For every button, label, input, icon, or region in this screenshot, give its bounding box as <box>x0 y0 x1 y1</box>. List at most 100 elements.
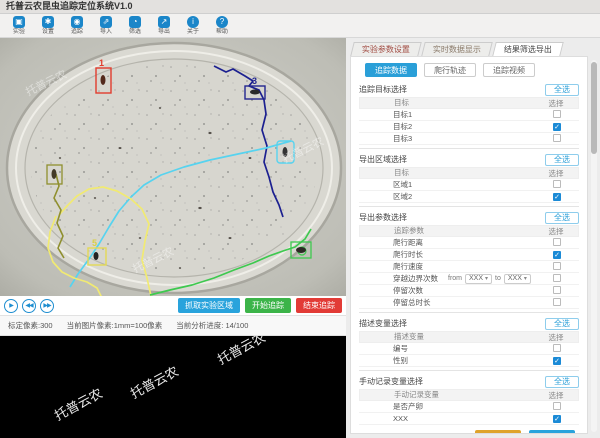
section-export-region: 导出区域选择 全选 目标 选择 区域1 区域2 ✓ <box>359 148 579 203</box>
table-header: 描述变量 选择 <box>359 331 579 343</box>
table-row: 爬行距离 <box>359 237 579 249</box>
toolbar-button-tracking[interactable]: ◉ 追踪 <box>64 16 90 36</box>
toolbar: ▣ 实验 ✱ 设置 ◉ 追踪 ⇗ 导入 ◔ 筛选 ↗ 导出 i 关于 ? 帮助 <box>0 14 600 38</box>
step-forward-icon: ▶▶ <box>43 302 50 309</box>
view-switcher: 追踪数据 爬行轨迹 追踪视频 <box>365 63 579 77</box>
preview-button[interactable]: ▤ 预览 <box>475 430 522 434</box>
from-label: from <box>448 275 462 282</box>
row-label: 目标3 <box>359 133 535 144</box>
toolbar-button-settings[interactable]: ✱ 设置 <box>35 16 61 36</box>
row-label: 区域1 <box>359 179 535 190</box>
row-label: 爬行距离 <box>359 237 535 248</box>
image-scale: 当前图片像素:1mm=100像素 <box>67 320 163 331</box>
settings-icon: ✱ <box>42 16 54 28</box>
toolbar-label: 帮助 <box>216 28 228 35</box>
window-title: 托普云农昆虫追踪定位系统V1.0 <box>0 0 600 14</box>
checkbox[interactable] <box>553 274 561 282</box>
table-row: 区域1 <box>359 179 579 191</box>
table-header: 手动记录变量 选择 <box>359 389 579 401</box>
from-select[interactable]: XXX▾ <box>465 274 492 284</box>
boundary-range-controls: from XXX▾ to XXX▾ <box>448 274 531 284</box>
table-row: 停留总时长 <box>359 297 579 309</box>
table-row: 区域2 ✓ <box>359 191 579 203</box>
to-select[interactable]: XXX▾ <box>504 274 531 284</box>
play-button[interactable]: ▶ <box>4 299 18 313</box>
select-all-button[interactable]: 全选 <box>545 154 579 166</box>
table-row: 性别 ✓ <box>359 355 579 367</box>
export-button[interactable]: ↥ 导出 <box>529 430 575 434</box>
toolbar-button-import[interactable]: ⇗ 导入 <box>93 16 119 36</box>
toolbar-button-help[interactable]: ? 帮助 <box>209 16 235 36</box>
table-row: 目标2 ✓ <box>359 121 579 133</box>
play-icon: ▶ <box>9 302 13 309</box>
select-all-button[interactable]: 全选 <box>545 376 579 388</box>
checkbox[interactable]: ✓ <box>553 251 561 259</box>
table-row: 目标3 <box>359 133 579 145</box>
dish-speckles <box>31 64 317 272</box>
checkbox[interactable] <box>553 286 561 294</box>
tab-experiment-params[interactable]: 实验参数设置 <box>350 42 421 56</box>
tab-result-export[interactable]: 结果筛选导出 <box>492 42 563 56</box>
row-label: 目标1 <box>359 109 535 120</box>
stop-tracking-button[interactable]: 结束追踪 <box>296 298 342 313</box>
checkbox[interactable]: ✓ <box>553 123 561 131</box>
preview-icon: ▤ <box>485 434 493 435</box>
row-label: 停留总时长 <box>359 297 535 308</box>
step-forward-button[interactable]: ▶▶ <box>40 299 54 313</box>
select-all-button[interactable]: 全选 <box>545 318 579 330</box>
panel-scrollbar[interactable] <box>591 60 597 432</box>
tracking-camera-icon: ◉ <box>71 16 83 28</box>
video-canvas[interactable]: 1 3 5 托普云农 托普云农 托普云农 <box>0 38 346 296</box>
toolbar-button-experiment[interactable]: ▣ 实验 <box>6 16 32 36</box>
status-bar: 标定像素:300 当前图片像素:1mm=100像素 当前分析进度: 14/100 <box>0 316 346 336</box>
checkbox[interactable] <box>553 402 561 410</box>
row-label: 编号 <box>359 343 535 354</box>
analysis-progress: 当前分析进度: 14/100 <box>176 320 248 331</box>
letterbox-area: 托普云农 托普云农 托普云农 <box>0 336 346 438</box>
toolbar-button-filter[interactable]: ◔ 筛选 <box>122 16 148 36</box>
checkbox[interactable]: ✓ <box>553 357 561 365</box>
toolbar-button-export[interactable]: ↗ 导出 <box>151 16 177 36</box>
row-label: 性别 <box>359 355 535 366</box>
checkbox[interactable] <box>553 344 561 352</box>
panel-tabs: 实验参数设置 实时数据显示 结果筛选导出 <box>352 42 600 56</box>
checkbox[interactable] <box>553 110 561 118</box>
view-tracking-data-button[interactable]: 追踪数据 <box>365 63 417 77</box>
table-row: 爬行速度 <box>359 261 579 273</box>
export-icon: ↗ <box>158 16 170 28</box>
checkbox[interactable] <box>553 298 561 306</box>
watermark-text: 托普云农 <box>51 383 106 424</box>
tab-realtime-data[interactable]: 实时数据显示 <box>421 42 492 56</box>
panel-actions: ▤ 预览 ↥ 导出 <box>359 430 579 434</box>
checkbox[interactable] <box>553 134 561 142</box>
row-label: 是否产卵 <box>359 401 535 412</box>
select-all-button[interactable]: 全选 <box>545 84 579 96</box>
marker-label-3: 3 <box>252 76 257 86</box>
marker-label-1: 1 <box>99 58 104 68</box>
checkbox[interactable]: ✓ <box>553 415 561 423</box>
view-tracking-video-button[interactable]: 追踪视频 <box>483 63 535 77</box>
capture-region-button[interactable]: 抓取实验区域 <box>178 298 240 313</box>
section-export-params: 导出参数选择 全选 追踪参数 选择 爬行距离 爬行时长 ✓ 爬行速度 <box>359 206 579 309</box>
chevron-down-icon: ▾ <box>524 275 527 282</box>
view-crawl-trajectory-button[interactable]: 爬行轨迹 <box>424 63 476 77</box>
right-panel: 托普云农 托普云农 托普云农 实验参数设置 实时数据显示 结果筛选导出 追踪数据… <box>346 38 600 438</box>
section-manual-vars: 手动记录变量选择 全选 手动记录变量 选择 是否产卵 XXX ✓ <box>359 370 579 425</box>
checkbox[interactable] <box>553 262 561 270</box>
checkbox[interactable] <box>553 180 561 188</box>
table-row: 穿越边界次数 from XXX▾ to XXX▾ <box>359 273 579 285</box>
checkbox[interactable] <box>553 238 561 246</box>
marker-label-5: 5 <box>92 238 97 248</box>
toolbar-button-about[interactable]: i 关于 <box>180 16 206 36</box>
section-title: 手动记录变量选择 <box>359 376 423 387</box>
experiment-icon: ▣ <box>13 16 25 28</box>
step-back-button[interactable]: ◀◀ <box>22 299 36 313</box>
checkbox[interactable]: ✓ <box>553 193 561 201</box>
scrollbar-thumb[interactable] <box>591 62 597 154</box>
row-label: 停留次数 <box>359 285 535 296</box>
start-tracking-button[interactable]: 开始追踪 <box>245 298 291 313</box>
select-all-button[interactable]: 全选 <box>545 212 579 224</box>
import-icon: ⇗ <box>100 16 112 28</box>
table-header: 追踪参数 选择 <box>359 225 579 237</box>
about-icon: i <box>187 16 199 28</box>
